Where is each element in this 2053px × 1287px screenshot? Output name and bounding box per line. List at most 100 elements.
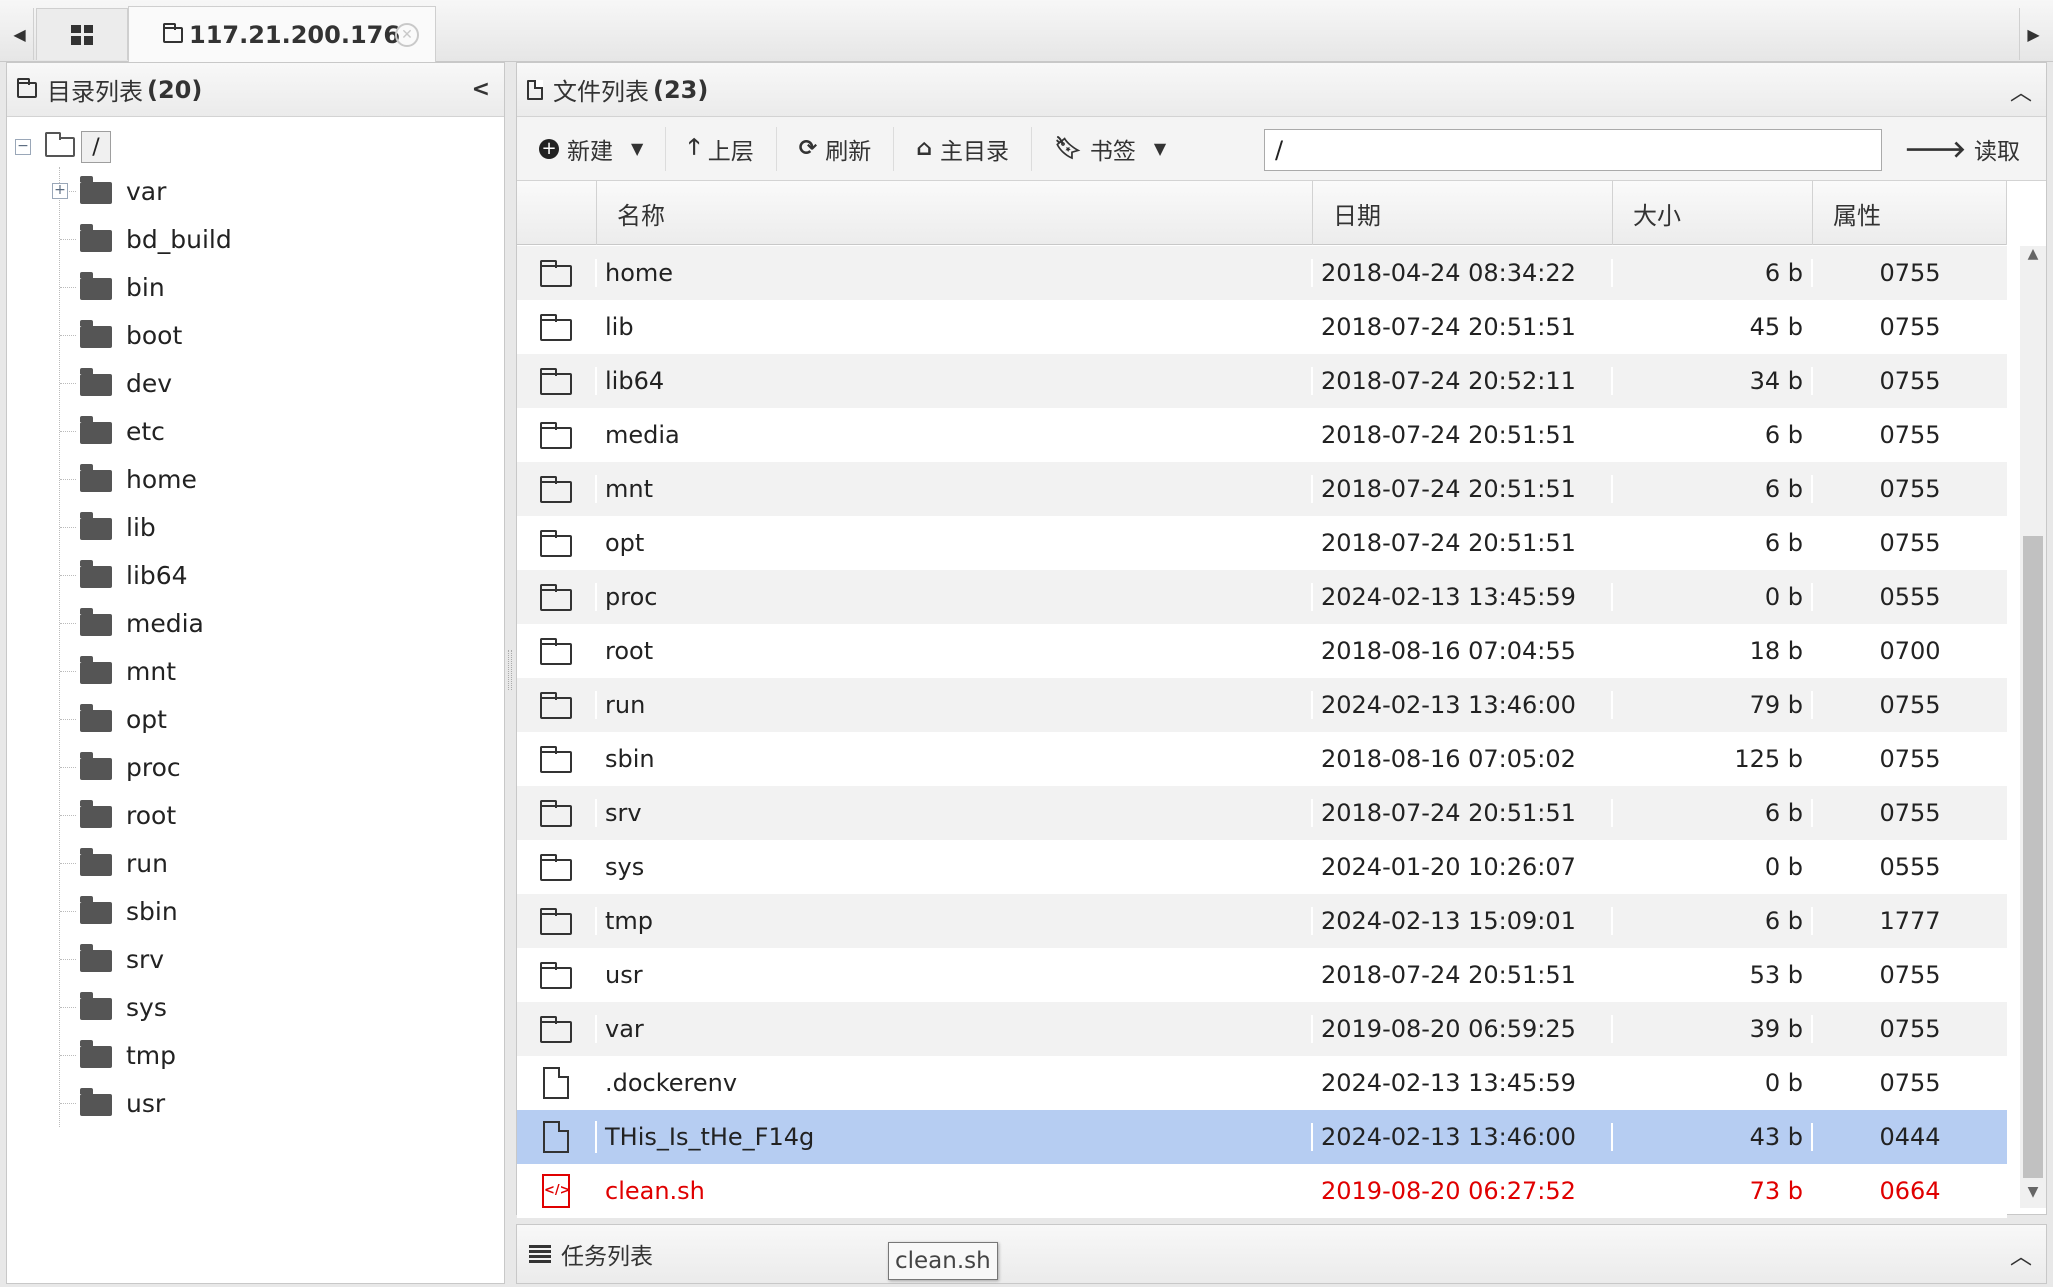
file-row[interactable]: srv 2018-07-24 20:51:51 6 b 0755: [517, 786, 2007, 840]
file-row[interactable]: sys 2024-01-20 10:26:07 0 b 0555: [517, 840, 2007, 894]
file-row[interactable]: lib 2018-07-24 20:51:51 45 b 0755: [517, 300, 2007, 354]
list-icon: [529, 1245, 551, 1263]
tree-item-mnt[interactable]: mnt: [60, 647, 504, 695]
home-dir-button[interactable]: ⌂ 主目录: [894, 126, 1032, 171]
collapse-left-icon[interactable]: <: [472, 77, 490, 102]
column-date[interactable]: 日期: [1313, 181, 1613, 245]
tree-item-label: mnt: [126, 656, 176, 686]
folder-icon: [80, 560, 112, 588]
column-name[interactable]: 名称: [597, 181, 1313, 245]
refresh-button[interactable]: ⟳ 刷新: [777, 126, 895, 171]
vertical-scrollbar[interactable]: ▲ ▼: [2020, 246, 2046, 1208]
file-row[interactable]: sbin 2018-08-16 07:05:02 125 b 0755: [517, 732, 2007, 786]
tree-item-sbin[interactable]: sbin: [60, 887, 504, 935]
file-row-icon-cell: [517, 313, 597, 341]
folder-icon: [80, 944, 112, 972]
folder-icon: [540, 1016, 572, 1043]
file-perm: 0755: [1879, 529, 1941, 557]
tree-item-boot[interactable]: boot: [60, 311, 504, 359]
file-row-icon-cell: [517, 853, 597, 881]
file-row-icon-cell: [517, 1015, 597, 1043]
file-perm: 0755: [1879, 313, 1941, 341]
file-date: 2024-02-13 13:46:00: [1313, 1123, 1613, 1151]
tree-root[interactable]: − /: [7, 127, 504, 167]
tree-item-dev[interactable]: dev: [60, 359, 504, 407]
tab-home[interactable]: [36, 8, 128, 60]
tree-root-label[interactable]: /: [81, 131, 111, 163]
file-row[interactable]: mnt 2018-07-24 20:51:51 6 b 0755: [517, 462, 2007, 516]
scroll-up-icon[interactable]: ▲: [2020, 246, 2046, 270]
chevron-up-icon[interactable]: ︿: [2010, 75, 2032, 107]
tree-item-run[interactable]: run: [60, 839, 504, 887]
splitter-handle[interactable]: [508, 650, 512, 690]
tree-item-root[interactable]: root: [60, 791, 504, 839]
tree-item-opt[interactable]: opt: [60, 695, 504, 743]
tree-item-bin[interactable]: bin: [60, 263, 504, 311]
up-button[interactable]: 🡑 上层: [666, 126, 777, 171]
file-row[interactable]: lib64 2018-07-24 20:52:11 34 b 0755: [517, 354, 2007, 408]
file-name: mnt: [597, 475, 1313, 503]
read-button[interactable]: 🡒 读取: [1904, 127, 2020, 171]
file-date: 2018-07-24 20:52:11: [1313, 367, 1613, 395]
tree-item-lib64[interactable]: lib64: [60, 551, 504, 599]
scroll-tabs-left-button[interactable]: ◀: [6, 8, 34, 60]
bookmark-button[interactable]: 🔖︎ 书签 ▼: [1032, 127, 1188, 171]
file-row-icon-cell: [517, 259, 597, 287]
file-row[interactable]: var 2019-08-20 06:59:25 39 b 0755: [517, 1002, 2007, 1056]
file-row[interactable]: opt 2018-07-24 20:51:51 6 b 0755: [517, 516, 2007, 570]
file-row[interactable]: usr 2018-07-24 20:51:51 53 b 0755: [517, 948, 2007, 1002]
path-input[interactable]: [1264, 129, 1882, 171]
chevron-up-icon[interactable]: ︿: [2010, 1239, 2032, 1271]
file-date: 2018-04-24 08:34:22: [1313, 259, 1613, 287]
collapse-icon[interactable]: −: [15, 139, 31, 155]
tab-bar: ◀ 117.21.200.176 ✕ ▶: [0, 0, 2053, 62]
tree-item-lib[interactable]: lib: [60, 503, 504, 551]
tree-item-home[interactable]: home: [60, 455, 504, 503]
tree-item-srv[interactable]: srv: [60, 935, 504, 983]
scroll-down-icon[interactable]: ▼: [2020, 1184, 2046, 1208]
tree-item-proc[interactable]: proc: [60, 743, 504, 791]
directory-panel-title: 目录列表: [47, 78, 143, 106]
plus-circle-icon: +: [539, 138, 559, 159]
file-perm: 0444: [1879, 1123, 1941, 1151]
tree-item-bd_build[interactable]: bd_build: [60, 215, 504, 263]
column-size[interactable]: 大小: [1613, 181, 1813, 245]
close-icon[interactable]: ✕: [395, 23, 419, 47]
file-row[interactable]: run 2024-02-13 13:46:00 79 b 0755: [517, 678, 2007, 732]
file-icon: [527, 79, 543, 100]
file-row[interactable]: media 2018-07-24 20:51:51 6 b 0755: [517, 408, 2007, 462]
tree-item-label: bin: [126, 272, 165, 302]
file-row[interactable]: THis_Is_tHe_F14g 2024-02-13 13:46:00 43 b 0…: [517, 1110, 2007, 1164]
tree-item-usr[interactable]: usr: [60, 1079, 504, 1127]
file-row[interactable]: home 2018-04-24 08:34:22 6 b 0755: [517, 246, 2007, 300]
file-row-icon-cell: [517, 799, 597, 827]
file-size: 18 b: [1613, 637, 1813, 665]
file-size: 45 b: [1613, 313, 1813, 341]
tree-item-tmp[interactable]: tmp: [60, 1031, 504, 1079]
new-button[interactable]: + 新建 ▼: [517, 126, 667, 171]
tab-host-label: 117.21.200.176: [189, 20, 401, 49]
file-row[interactable]: .dockerenv 2024-02-13 13:45:59 0 b 0755: [517, 1056, 2007, 1110]
file-row[interactable]: proc 2024-02-13 13:45:59 0 b 0555: [517, 570, 2007, 624]
file-date: 2018-08-16 07:05:02: [1313, 745, 1613, 773]
folder-icon: [80, 896, 112, 924]
file-row[interactable]: tmp 2024-02-13 15:09:01 6 b 1777: [517, 894, 2007, 948]
tab-host[interactable]: 117.21.200.176 ✕: [128, 6, 436, 62]
expand-icon[interactable]: +: [52, 183, 68, 199]
scroll-tabs-right-button[interactable]: ▶: [2019, 8, 2047, 60]
task-panel[interactable]: 任务列表 ︿: [516, 1224, 2047, 1284]
folder-icon: [80, 1088, 112, 1116]
file-row[interactable]: root 2018-08-16 07:04:55 18 b 0700: [517, 624, 2007, 678]
column-perm[interactable]: 属性: [1813, 181, 2007, 245]
file-perm: 0755: [1879, 799, 1941, 827]
tree-item-etc[interactable]: etc: [60, 407, 504, 455]
tree-item-label: root: [126, 800, 177, 830]
directory-tree: − / + var bd_buildbin boot dev etc home lib lib6…: [7, 117, 504, 1127]
tree-item-media[interactable]: media: [60, 599, 504, 647]
file-size: 6 b: [1613, 259, 1813, 287]
tree-item-var[interactable]: + var: [52, 167, 504, 215]
scrollbar-thumb[interactable]: [2023, 536, 2043, 1178]
file-size: 0 b: [1613, 853, 1813, 881]
file-row[interactable]: </> clean.sh 2019-08-20 06:27:52 73 b 0664: [517, 1164, 2007, 1218]
tree-item-sys[interactable]: sys: [60, 983, 504, 1031]
